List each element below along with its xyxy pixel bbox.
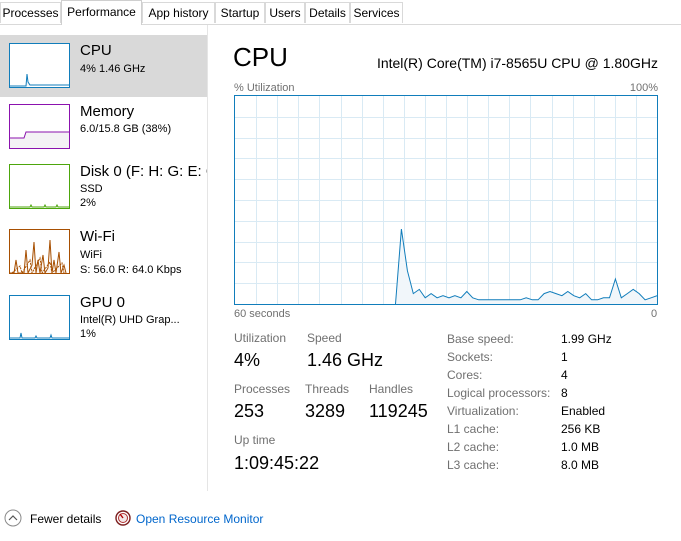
footer: Fewer details Open Resource Monitor (0, 505, 681, 535)
resource-list: CPU 4% 1.46 GHz Memory 6.0/15.8 GB (38%)… (0, 25, 208, 491)
disk-thumbnail-svg (10, 203, 69, 208)
cpu-thumbnail-svg (10, 73, 69, 87)
spec-label: Sockets: (447, 350, 494, 364)
spec-label: Base speed: (447, 332, 514, 346)
tab-services[interactable]: Services (350, 2, 403, 23)
spec-value: 8.0 MB (561, 458, 600, 472)
spec-label: L2 cache: (447, 440, 500, 454)
memory-thumbnail-area (10, 132, 69, 148)
cpu-model-name: Intel(R) Core(TM) i7-8565U CPU @ 1.80GHz (376, 55, 658, 71)
sidebar-item-cpu[interactable]: CPU 4% 1.46 GHz (0, 35, 207, 97)
tab-bar: Processes Performance App history Startu… (0, 0, 681, 25)
cpu-utilization-area (395, 229, 657, 304)
spec-label: L3 cache: (447, 458, 500, 472)
cpu-thumbnail-line (10, 73, 69, 87)
gpu-thumbnail-line (10, 332, 69, 339)
sidebar-item-label: Memory (80, 103, 135, 120)
tab-details[interactable]: Details (305, 2, 350, 23)
sidebar-item-disk[interactable]: Disk 0 (F: H: G: E: C: SSD 2% (0, 162, 207, 224)
sidebar-item-detail: 6.0/15.8 GB (38%) (80, 123, 172, 135)
spec-label: Cores: (447, 368, 483, 382)
chevron-up-circle-icon (4, 509, 22, 527)
wifi-thumbnail-graph (9, 229, 70, 274)
graph-x-left-label: 60 seconds (234, 308, 291, 320)
sidebar-item-detail-2: 1% (80, 328, 96, 340)
open-resource-monitor-label: Open Resource Monitor (136, 512, 264, 526)
spec-value: 1.99 GHz (561, 332, 612, 346)
processes-value: 253 (234, 401, 265, 421)
memory-thumbnail-svg (10, 131, 69, 148)
disk-thumbnail-graph (9, 164, 70, 209)
speed-label: Speed (307, 331, 342, 345)
spec-value: 1.0 MB (561, 440, 600, 454)
sidebar-item-label: Wi-Fi (80, 228, 115, 245)
uptime-value: 1:09:45:22 (234, 453, 320, 473)
wifi-thumbnail-svg (10, 239, 67, 273)
tab-app-history[interactable]: App history (142, 2, 215, 23)
disk-thumbnail-line (10, 203, 69, 208)
graph-y-max-label: 100% (629, 82, 658, 94)
spec-label: Virtualization: (447, 404, 519, 418)
threads-label: Threads (305, 382, 350, 396)
gpu-thumbnail-graph (9, 295, 70, 340)
sidebar-item-detail-2: 2% (80, 197, 96, 209)
sidebar-item-detail-2: S: 56.0 R: 64.0 Kbps (80, 264, 182, 276)
utilization-value: 4% (234, 350, 261, 370)
sidebar-item-gpu[interactable]: GPU 0 Intel(R) UHD Grap... 1% (0, 293, 207, 355)
spec-value: 256 KB (561, 422, 601, 436)
memory-thumbnail-graph (9, 104, 70, 149)
spec-label: L1 cache: (447, 422, 500, 436)
spec-value: 8 (561, 386, 568, 400)
spec-label: Logical processors: (447, 386, 551, 400)
cpu-utilization-svg (235, 96, 658, 305)
sidebar-item-label: CPU (80, 42, 112, 59)
cpu-utilization-graph (234, 95, 658, 305)
graph-y-label: % Utilization (234, 82, 295, 94)
spec-value: 1 (561, 350, 568, 364)
resource-monitor-icon (115, 510, 131, 526)
uptime-label: Up time (234, 433, 276, 447)
sidebar-item-label: Disk 0 (F: H: G: E: C: (80, 163, 207, 180)
handles-value: 119245 (369, 401, 428, 421)
graph-x-right-label: 0 (651, 308, 658, 320)
wifi-thumbnail-line-1 (10, 239, 67, 273)
tab-users[interactable]: Users (265, 2, 305, 23)
sidebar-item-label: GPU 0 (80, 294, 126, 311)
gpu-thumbnail-svg (10, 332, 69, 339)
utilization-label: Utilization (234, 331, 287, 345)
speed-value: 1.46 GHz (307, 350, 384, 370)
threads-value: 3289 (305, 401, 346, 421)
page-title: CPU (233, 42, 288, 72)
handles-label: Handles (369, 382, 414, 396)
tab-processes[interactable]: Processes (0, 2, 61, 23)
spec-value: 4 (561, 368, 568, 382)
sidebar-item-detail: SSD (80, 183, 103, 195)
processes-label: Processes (234, 382, 291, 396)
sidebar-item-detail: Intel(R) UHD Grap... (80, 314, 180, 326)
spec-value: Enabled (561, 404, 606, 418)
fewer-details-label: Fewer details (30, 512, 102, 526)
sidebar-item-memory[interactable]: Memory 6.0/15.8 GB (38%) (0, 101, 207, 163)
cpu-thumbnail-graph (9, 43, 70, 88)
tab-startup[interactable]: Startup (215, 2, 265, 23)
sidebar-item-wifi[interactable]: Wi-Fi WiFi S: 56.0 R: 64.0 Kbps (0, 227, 207, 289)
sidebar-item-detail: 4% 1.46 GHz (80, 63, 146, 75)
sidebar-item-detail: WiFi (80, 249, 102, 261)
tab-performance[interactable]: Performance (61, 0, 142, 25)
